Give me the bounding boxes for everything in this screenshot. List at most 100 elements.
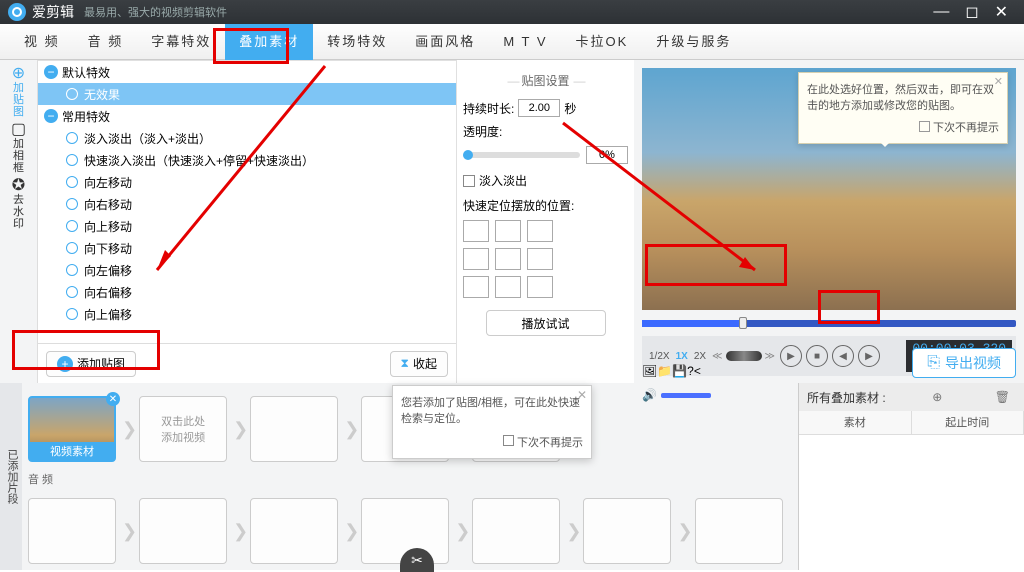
pos-cell[interactable] [463,220,489,242]
export-video-button[interactable]: ⎘导出视频 [912,348,1016,378]
opacity-slider[interactable] [463,152,580,158]
pos-cell[interactable] [527,220,553,242]
stop-button[interactable]: ■ [806,345,828,367]
timeline-label: 已添加片段 [0,383,22,570]
clip-video-1[interactable]: ✕ 视频素材 [28,396,116,462]
jog-wheel[interactable] [726,351,762,361]
arrow-icon: ❯ [344,419,359,440]
tab-karaoke[interactable]: 卡拉OK [562,24,643,60]
callout-close-icon[interactable]: ✕ [994,75,1003,88]
effect-item[interactable]: 向上偏移 [38,303,456,325]
tip-close-icon[interactable]: ✕ [577,388,587,402]
effect-item[interactable]: 向下移动 [38,237,456,259]
effect-item[interactable]: 淡入淡出（淡入+淡出） [38,127,456,149]
radio-icon [66,308,78,320]
radio-icon [66,242,78,254]
pos-cell[interactable] [463,248,489,270]
speed-2x[interactable]: 2X [691,351,709,362]
seek-fwd-icon[interactable]: ≫ [765,351,775,362]
effect-item[interactable]: 快速淡入淡出（快速淡入+停留+快速淡出） [38,149,456,171]
clip-placeholder[interactable] [583,498,671,564]
sidebar-item-frame[interactable]: ▢ 加相框 [4,122,34,172]
collapse-icon[interactable]: − [44,65,58,79]
col-timerange[interactable]: 起止时间 [912,411,1024,434]
clip-placeholder[interactable] [250,396,338,462]
minimize-icon[interactable]: — [933,3,949,21]
tip-noshow-checkbox[interactable] [503,435,514,446]
next-frame-button[interactable]: ▶ [858,345,880,367]
collapse-icon[interactable]: − [44,109,58,123]
tab-mtv[interactable]: M T V [489,24,561,60]
sidebar-item-sticker[interactable]: ⊕ 加贴图 [4,66,34,116]
tab-video[interactable]: 视 频 [10,24,74,60]
effect-item[interactable]: 向左偏移 [38,259,456,281]
noshow-checkbox[interactable] [919,121,930,132]
pos-cell[interactable] [495,248,521,270]
tab-overlay[interactable]: 叠加素材 [225,24,313,60]
pos-cell[interactable] [527,248,553,270]
progress-bar[interactable] [642,314,1016,334]
clip-placeholder[interactable] [139,498,227,564]
radio-icon [66,176,78,188]
col-material[interactable]: 素材 [799,411,912,434]
tab-upgrade[interactable]: 升级与服务 [642,24,745,60]
effect-item[interactable]: 向左移动 [38,171,456,193]
close-icon[interactable]: ✕ [995,2,1008,22]
maximize-icon[interactable]: ◻ [965,2,978,22]
preview-panel: ✕ 在此处选好位置，然后双击，即可在双击的地方添加或修改您的贴图。 下次不再提示… [634,60,1024,383]
share-icon[interactable]: < [694,364,701,378]
pos-cell[interactable] [463,276,489,298]
snapshot-icon[interactable]: 🖼 [642,364,657,378]
opacity-input[interactable] [586,146,628,164]
speed-half[interactable]: 1/2X [646,351,673,362]
speed-1x[interactable]: 1X [673,351,691,362]
tab-subtitle[interactable]: 字幕特效 [137,24,225,60]
radio-icon [66,220,78,232]
clip-placeholder[interactable] [28,498,116,564]
materials-panel: 所有叠加素材 : ⊕ 🗑 素材 起止时间 [798,383,1024,570]
save-icon[interactable]: 💾 [672,364,687,378]
clip-placeholder[interactable] [695,498,783,564]
pos-cell[interactable] [495,276,521,298]
sidebar-item-watermark[interactable]: ✪ 去水印 [4,178,34,228]
effects-group-default[interactable]: −默认特效 [38,61,456,83]
add-sticker-button[interactable]: +添加贴图 [46,351,136,377]
tab-style[interactable]: 画面风格 [401,24,489,60]
effect-item[interactable]: 向上移动 [38,215,456,237]
play-button[interactable]: ▶ [780,345,802,367]
clip-placeholder[interactable]: 双击此处添加视频 [139,396,227,462]
pos-cell[interactable] [495,220,521,242]
clip-placeholder[interactable] [472,498,560,564]
sticker-icon: ⊕ [9,64,29,82]
effects-footer: +添加贴图 ⧗收起 [38,343,456,383]
locate-icon[interactable]: ⊕ [932,390,942,404]
fade-checkbox[interactable] [463,175,475,187]
duration-input[interactable] [518,99,560,117]
collapse-button[interactable]: ⧗收起 [390,351,448,377]
arrow-icon: ❯ [677,521,692,542]
preview-play-button[interactable]: 播放试试 [486,310,606,336]
clip-placeholder[interactable] [250,498,338,564]
effects-list[interactable]: −默认特效 无效果 −常用特效 淡入淡出（淡入+淡出） 快速淡入淡出（快速淡入+… [38,60,456,343]
effect-item[interactable]: 向右移动 [38,193,456,215]
radio-icon [66,88,78,100]
delete-icon[interactable]: 🗑 [995,390,1010,404]
tab-transition[interactable]: 转场特效 [313,24,401,60]
effect-item[interactable]: 向右偏移 [38,281,456,303]
main-tabs: 视 频 音 频 字幕特效 叠加素材 转场特效 画面风格 M T V 卡拉OK 升… [0,24,1024,60]
open-folder-icon[interactable]: 📁 [657,364,672,378]
playhead-icon[interactable] [739,317,747,329]
tab-audio[interactable]: 音 频 [74,24,138,60]
help-icon[interactable]: ? [687,364,694,378]
seek-back-icon[interactable]: ≪ [712,351,722,362]
position-grid [463,220,628,298]
materials-columns: 素材 起止时间 [799,411,1024,435]
duration-row: 持续时长: 秒 [463,99,628,117]
prev-frame-button[interactable]: ◀ [832,345,854,367]
titlebar: 爱剪辑 最易用、强大的视频剪辑软件 — ◻ ✕ [0,0,1024,24]
clip-remove-icon[interactable]: ✕ [106,392,120,406]
pos-cell[interactable] [527,276,553,298]
effects-group-common[interactable]: −常用特效 [38,105,456,127]
effect-item-none[interactable]: 无效果 [38,83,456,105]
opacity-label: 透明度: [463,123,628,140]
